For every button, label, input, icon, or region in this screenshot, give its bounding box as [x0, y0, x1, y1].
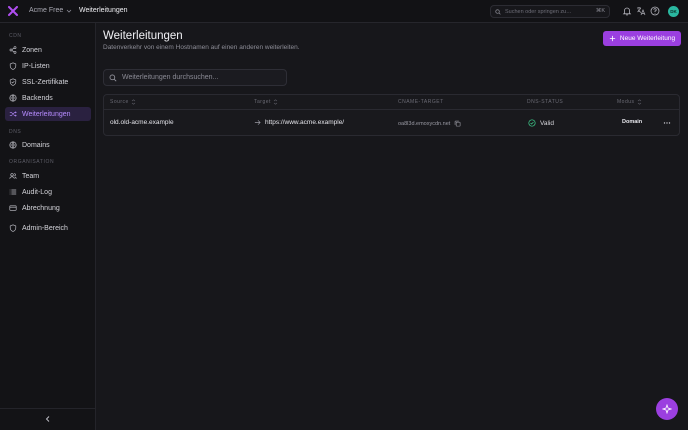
global-search[interactable]: Suchen oder springen zu… ⌘K — [490, 5, 610, 18]
sidebar-item-audit-log[interactable]: Audit-Log — [5, 185, 91, 199]
page-subtitle: Datenverkehr von einem Hostnamen auf ein… — [103, 44, 300, 51]
top-bar: Acme Free Weiterleitungen Suchen oder sp… — [0, 0, 688, 23]
new-redirect-button[interactable]: Neue Weiterleitung — [603, 31, 681, 46]
column-label: Source — [110, 99, 129, 105]
sidebar-section-dns: DNS — [9, 129, 22, 135]
page-title: Weiterleitungen — [103, 30, 183, 42]
search-icon — [109, 74, 117, 81]
arrow-right-icon — [254, 120, 261, 125]
table-row[interactable]: old.old-acme.example https://www.acme.ex… — [104, 110, 679, 135]
sidebar-item-team[interactable]: Team — [5, 169, 91, 183]
sidebar-section-organisation: ORGANISATION — [9, 159, 55, 165]
cell-cname: oa8l3d.emoxycdn.net — [398, 120, 461, 127]
sidebar-item-label: Abrechnung — [22, 204, 60, 212]
app-logo-icon[interactable] — [8, 6, 18, 16]
bell-icon[interactable] — [622, 6, 632, 16]
column-label: DNS-STATUS — [527, 99, 564, 105]
sort-icon — [131, 99, 136, 105]
search-placeholder: Suchen oder springen zu… — [505, 8, 572, 15]
column-header-target[interactable]: Target — [254, 99, 278, 105]
cell-cname-value: oa8l3d.emoxycdn.net — [398, 120, 451, 127]
plus-icon — [609, 35, 616, 42]
column-header-source[interactable]: Source — [110, 99, 136, 105]
avatar[interactable]: DK — [668, 6, 679, 17]
sort-icon — [637, 99, 641, 105]
shield-icon — [9, 62, 17, 70]
column-header-cname-target: CNAME-TARGET — [398, 99, 444, 105]
sidebar-item-domains[interactable]: Domains — [5, 138, 91, 152]
redirect-search-input[interactable]: Weiterleitungen durchsuchen... — [103, 69, 287, 86]
assistant-fab-button[interactable] — [656, 398, 678, 420]
new-redirect-label: Neue Weiterleitung — [619, 35, 676, 42]
chevron-left-icon[interactable] — [44, 415, 52, 423]
column-label: Target — [254, 99, 271, 105]
cell-dns-status: Valid — [528, 119, 554, 127]
globe-icon — [9, 94, 17, 102]
more-options-icon[interactable] — [663, 119, 671, 127]
sidebar-item-label: SSL-Zertifikate — [22, 78, 69, 86]
redirects-table: Source Target CNAME-TARGET DNS-STATUS Mo… — [103, 94, 680, 136]
column-label: CNAME-TARGET — [398, 99, 444, 105]
mode-badge: Domain — [622, 119, 643, 125]
translate-icon[interactable] — [636, 6, 646, 16]
org-name: Acme Free — [29, 7, 64, 14]
sidebar-item-label: Weiterleitungen — [22, 110, 71, 118]
list-icon — [9, 189, 17, 195]
search-icon — [495, 8, 501, 15]
cell-target: https://www.acme.example/ — [254, 119, 344, 126]
help-icon[interactable] — [650, 6, 660, 16]
sort-icon — [273, 99, 278, 105]
status-badge: Valid — [540, 119, 554, 127]
org-switcher[interactable]: Acme Free — [29, 7, 72, 14]
sidebar-item-label: Domains — [22, 141, 50, 149]
table-header: Source Target CNAME-TARGET DNS-STATUS Mo… — [104, 95, 679, 110]
search-shortcut: ⌘K — [595, 8, 605, 14]
sidebar-item-zonen[interactable]: Zonen — [5, 43, 91, 57]
column-header-dns-status: DNS-STATUS — [527, 99, 563, 105]
sidebar-item-label: Backends — [22, 94, 53, 102]
credit-card-icon — [9, 205, 17, 211]
sidebar-item-label: IP-Listen — [22, 62, 50, 70]
sidebar-item-label: Team — [22, 172, 40, 180]
sidebar-item-weiterleitungen[interactable]: Weiterleitungen — [5, 107, 91, 121]
share-icon — [9, 46, 17, 54]
sidebar-item-abrechnung[interactable]: Abrechnung — [5, 201, 91, 215]
breadcrumb: Weiterleitungen — [79, 7, 128, 14]
cell-target-url: https://www.acme.example/ — [265, 119, 345, 126]
chevron-down-icon — [66, 9, 72, 13]
shield-check-icon — [9, 78, 17, 86]
sidebar-footer — [0, 408, 96, 430]
check-circle-icon — [528, 119, 536, 127]
column-header-modus[interactable]: Modus — [617, 99, 642, 105]
sidebar-item-admin-bereich[interactable]: Admin-Bereich — [5, 221, 91, 235]
sidebar-item-label: Admin-Bereich — [22, 224, 68, 232]
copy-icon[interactable] — [454, 120, 461, 127]
sidebar-item-ssl-zertifikate[interactable]: SSL-Zertifikate — [5, 75, 91, 89]
shield-icon — [9, 224, 17, 232]
sidebar-item-label: Zonen — [22, 46, 42, 54]
shuffle-icon — [9, 111, 17, 117]
redirect-search-placeholder: Weiterleitungen durchsuchen... — [122, 74, 219, 81]
sidebar-section-cdn: CDN — [9, 33, 22, 39]
sparkle-icon — [662, 404, 672, 414]
sidebar-item-label: Audit-Log — [22, 188, 52, 196]
cell-source: old.old-acme.example — [110, 119, 174, 126]
sidebar-item-backends[interactable]: Backends — [5, 91, 91, 105]
column-label: Modus — [617, 99, 635, 105]
users-icon — [9, 173, 17, 179]
sidebar: CDN Zonen IP-Listen SSL-Zertifikate Back… — [0, 23, 96, 430]
globe-icon — [9, 141, 17, 149]
sidebar-item-ip-listen[interactable]: IP-Listen — [5, 59, 91, 73]
